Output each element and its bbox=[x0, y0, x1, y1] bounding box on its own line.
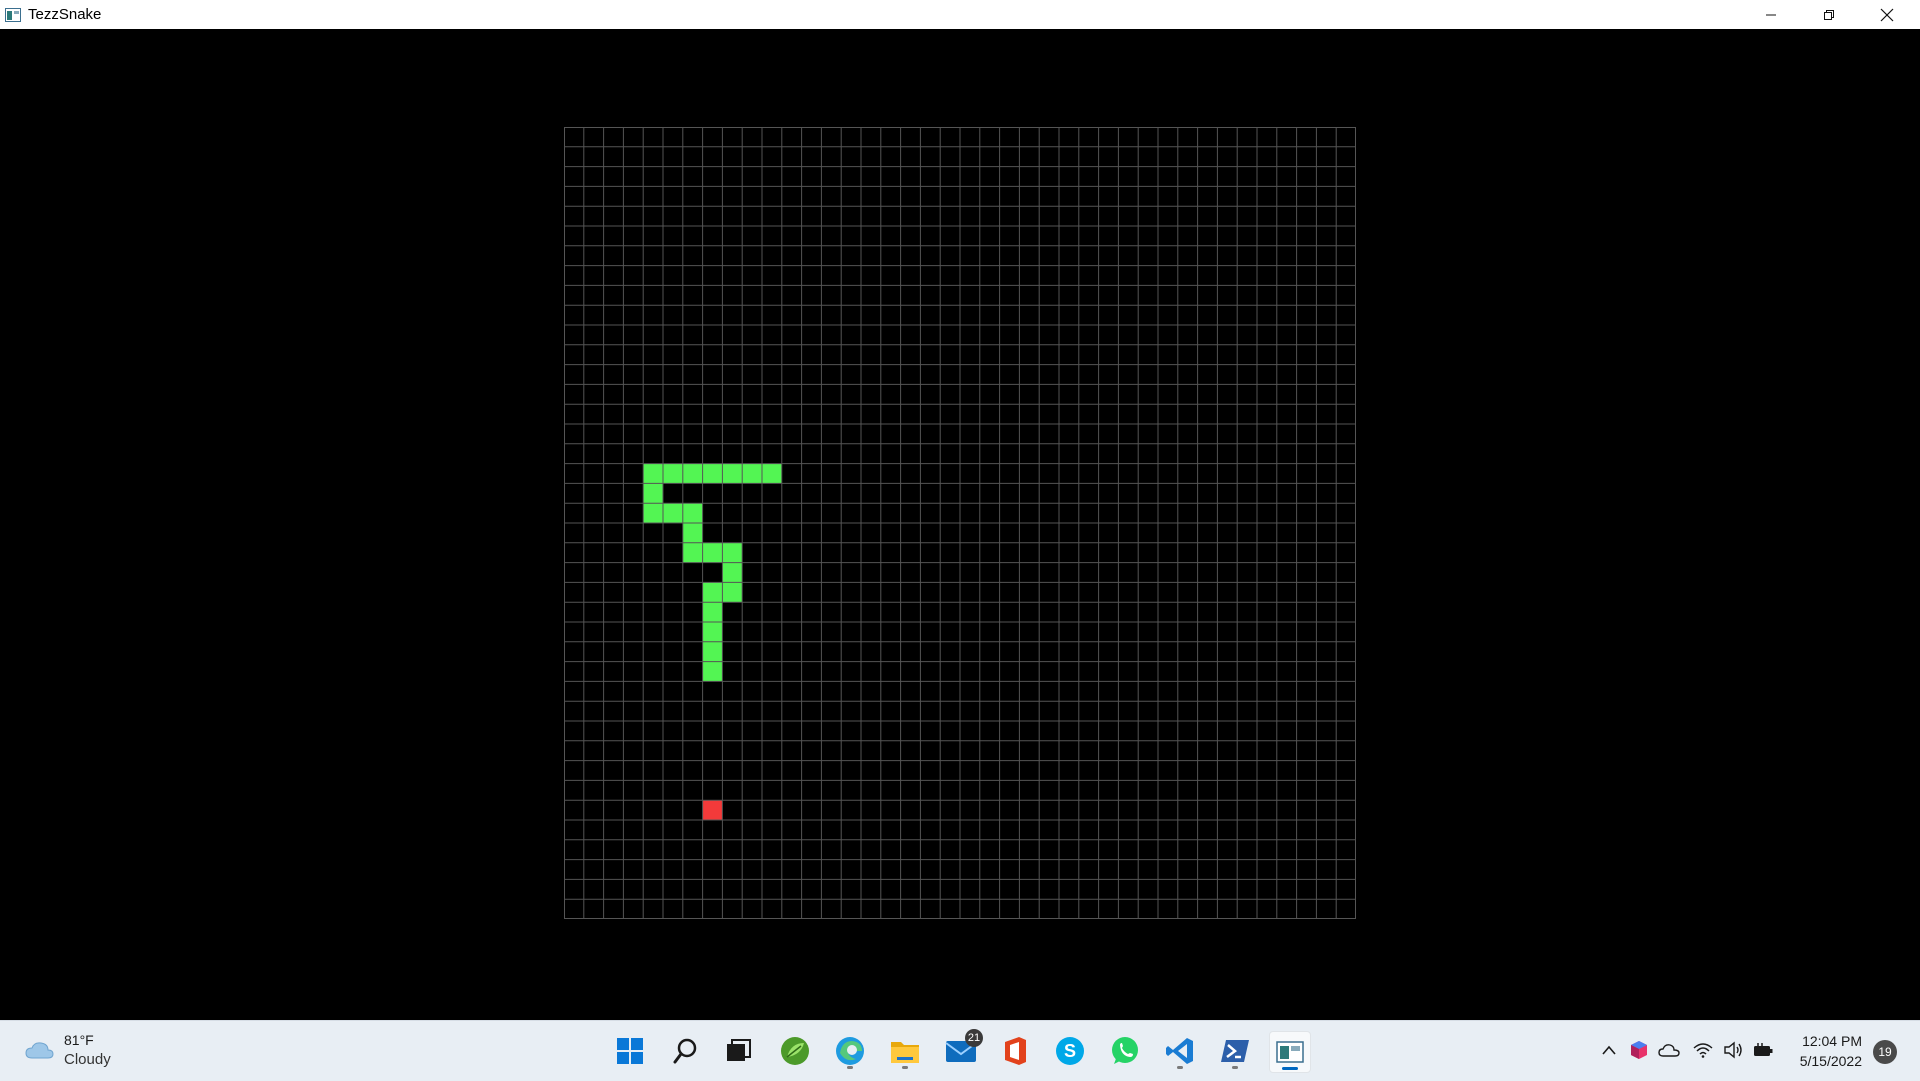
snake-segment bbox=[722, 562, 743, 583]
taskbar-app-mail[interactable]: 21 bbox=[941, 1029, 983, 1071]
title-bar: TezzSnake bbox=[0, 0, 1920, 29]
grid-lines bbox=[564, 127, 1356, 919]
restore-icon bbox=[1824, 9, 1834, 20]
snake-segment bbox=[722, 463, 743, 484]
chevron-up-icon bbox=[1602, 1045, 1616, 1055]
clock-time: 12:04 PM bbox=[1802, 1033, 1862, 1049]
weather-widget[interactable]: 81°F Cloudy bbox=[24, 1031, 111, 1069]
weather-temperature: 81°F bbox=[64, 1032, 94, 1048]
tray-battery[interactable] bbox=[1751, 1038, 1775, 1062]
taskbar: 81°F Cloudy 21 S 12:04 PM 5/15/2022 19 bbox=[0, 1020, 1920, 1081]
taskbar-app-office[interactable] bbox=[995, 1031, 1035, 1071]
snake-segment bbox=[702, 622, 723, 642]
cube-app-icon bbox=[1631, 1041, 1647, 1059]
snake-segment bbox=[702, 602, 723, 622]
mail-badge: 21 bbox=[965, 1029, 983, 1047]
taskbar-app-edge[interactable] bbox=[830, 1031, 870, 1071]
snake-segment bbox=[722, 582, 743, 603]
tray-onedrive[interactable] bbox=[1657, 1038, 1681, 1062]
snake-segment bbox=[702, 582, 723, 603]
taskbar-app-file-explorer[interactable] bbox=[885, 1031, 925, 1071]
taskbar-app-leaf[interactable] bbox=[775, 1031, 815, 1071]
running-indicator bbox=[1177, 1066, 1183, 1069]
running-indicator bbox=[1232, 1066, 1238, 1069]
snake-segment bbox=[742, 463, 762, 484]
edge-icon bbox=[836, 1037, 864, 1065]
task-view-button[interactable] bbox=[718, 1031, 758, 1071]
snake-segment bbox=[663, 463, 683, 484]
windows-logo-icon bbox=[617, 1038, 643, 1064]
food-item bbox=[702, 800, 723, 820]
snake-segment bbox=[722, 542, 743, 563]
minimize-icon bbox=[1766, 14, 1776, 15]
task-view-icon bbox=[727, 1039, 751, 1061]
onedrive-icon bbox=[1658, 1044, 1680, 1057]
snake-segment bbox=[643, 483, 663, 504]
snake-segment bbox=[702, 661, 723, 682]
snake-segment bbox=[643, 503, 663, 523]
snake-segment bbox=[682, 463, 703, 484]
taskbar-app-whatsapp[interactable] bbox=[1105, 1031, 1145, 1071]
window-title: TezzSnake bbox=[28, 6, 102, 23]
cloud-icon bbox=[25, 1042, 54, 1059]
snake-segment bbox=[762, 463, 782, 484]
tray-app-cube[interactable] bbox=[1627, 1038, 1651, 1062]
whatsapp-icon bbox=[1112, 1037, 1138, 1064]
snake-segment bbox=[702, 542, 723, 563]
running-indicator bbox=[902, 1066, 908, 1069]
snake-segment bbox=[702, 463, 723, 484]
vscode-icon bbox=[1166, 1038, 1193, 1064]
snake-segment bbox=[682, 503, 703, 523]
office-icon bbox=[1005, 1037, 1026, 1065]
volume-icon bbox=[1724, 1041, 1742, 1059]
battery-icon bbox=[1754, 1043, 1773, 1056]
start-button[interactable] bbox=[610, 1031, 650, 1071]
game-area bbox=[0, 29, 1920, 1020]
powershell-icon bbox=[1221, 1040, 1249, 1062]
folder-icon bbox=[891, 1042, 919, 1063]
show-hidden-icons-button[interactable] bbox=[1597, 1038, 1621, 1062]
leaf-app-icon bbox=[781, 1037, 809, 1065]
minimize-button[interactable] bbox=[1742, 0, 1800, 29]
tray-wifi[interactable] bbox=[1691, 1038, 1715, 1062]
search-icon bbox=[673, 1038, 697, 1064]
tray-volume[interactable] bbox=[1721, 1038, 1745, 1062]
restore-button[interactable] bbox=[1800, 0, 1858, 29]
tezzsnake-app-icon bbox=[1276, 1041, 1304, 1063]
system-clock[interactable]: 12:04 PM 5/15/2022 bbox=[1784, 1031, 1862, 1071]
snake-segment bbox=[643, 463, 663, 484]
close-button[interactable] bbox=[1858, 0, 1916, 29]
skype-icon: S bbox=[1056, 1037, 1084, 1065]
app-icon bbox=[4, 7, 22, 23]
active-indicator bbox=[1282, 1067, 1298, 1070]
snake-segment bbox=[682, 542, 703, 563]
search-button[interactable] bbox=[666, 1031, 706, 1071]
taskbar-app-vscode[interactable] bbox=[1160, 1031, 1200, 1071]
snake-segment bbox=[702, 641, 723, 662]
taskbar-app-skype[interactable]: S bbox=[1050, 1031, 1090, 1071]
running-indicator bbox=[847, 1066, 853, 1069]
snake-segment bbox=[682, 523, 703, 543]
weather-condition: Cloudy bbox=[64, 1051, 111, 1068]
taskbar-app-powershell[interactable] bbox=[1215, 1031, 1255, 1071]
wifi-icon bbox=[1693, 1043, 1713, 1058]
snake-segment bbox=[663, 503, 683, 523]
taskbar-app-tezzsnake[interactable] bbox=[1269, 1031, 1311, 1073]
svg-text:S: S bbox=[1064, 1041, 1076, 1061]
notification-center-badge[interactable]: 19 bbox=[1873, 1040, 1897, 1064]
close-icon bbox=[1880, 8, 1894, 21]
game-board[interactable] bbox=[564, 127, 1356, 919]
clock-date: 5/15/2022 bbox=[1799, 1053, 1862, 1069]
